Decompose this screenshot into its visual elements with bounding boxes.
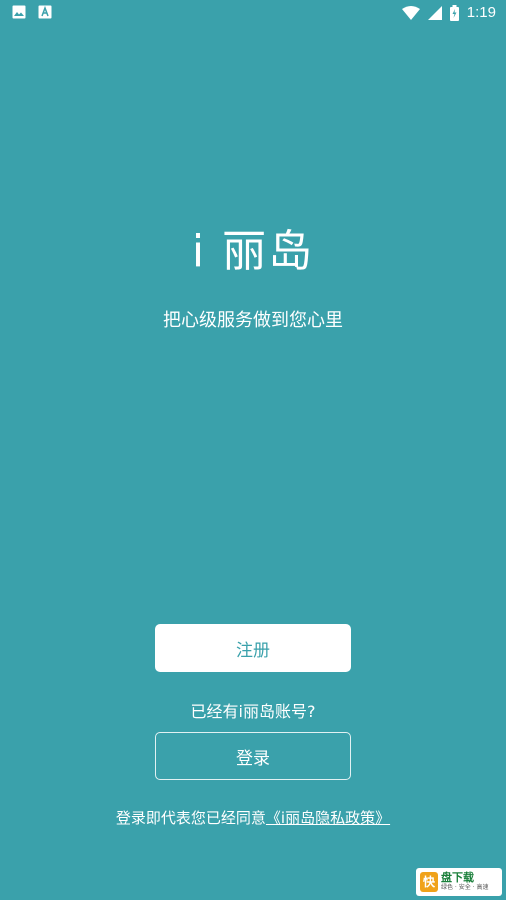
status-left-icons (12, 5, 52, 19)
signal-icon (427, 6, 442, 20)
app-title: i 丽岛 (191, 226, 315, 277)
wifi-icon (401, 6, 420, 20)
watermark-logo-mark: 快 (420, 872, 438, 892)
register-button[interactable]: 注册 (155, 624, 351, 672)
privacy-agreement-line: 登录即代表您已经同意《i丽岛隐私政策》 (0, 806, 506, 830)
status-time: 1:19 (466, 4, 496, 21)
has-account-text: 已经有i丽岛账号? (190, 702, 316, 721)
a-box-icon (38, 5, 52, 19)
privacy-policy-link[interactable]: 《i丽岛隐私政策》 (266, 809, 390, 827)
image-icon (12, 5, 26, 19)
battery-charging-icon (449, 5, 459, 21)
status-bar: 1:19 (0, 0, 506, 26)
status-right-icons: 1:19 (401, 4, 496, 22)
login-button[interactable]: 登录 (155, 732, 351, 780)
watermark-text: 盘下载 绿色 · 安全 · 高速 (441, 872, 488, 892)
watermark-sub-text: 绿色 · 安全 · 高速 (441, 884, 489, 891)
watermark-main-text: 盘下载 (441, 871, 474, 884)
watermark-logo: 快 盘下载 绿色 · 安全 · 高速 (416, 868, 502, 896)
app-slogan: 把心级服务做到您心里 (163, 310, 343, 331)
privacy-prefix: 登录即代表您已经同意 (115, 809, 266, 827)
